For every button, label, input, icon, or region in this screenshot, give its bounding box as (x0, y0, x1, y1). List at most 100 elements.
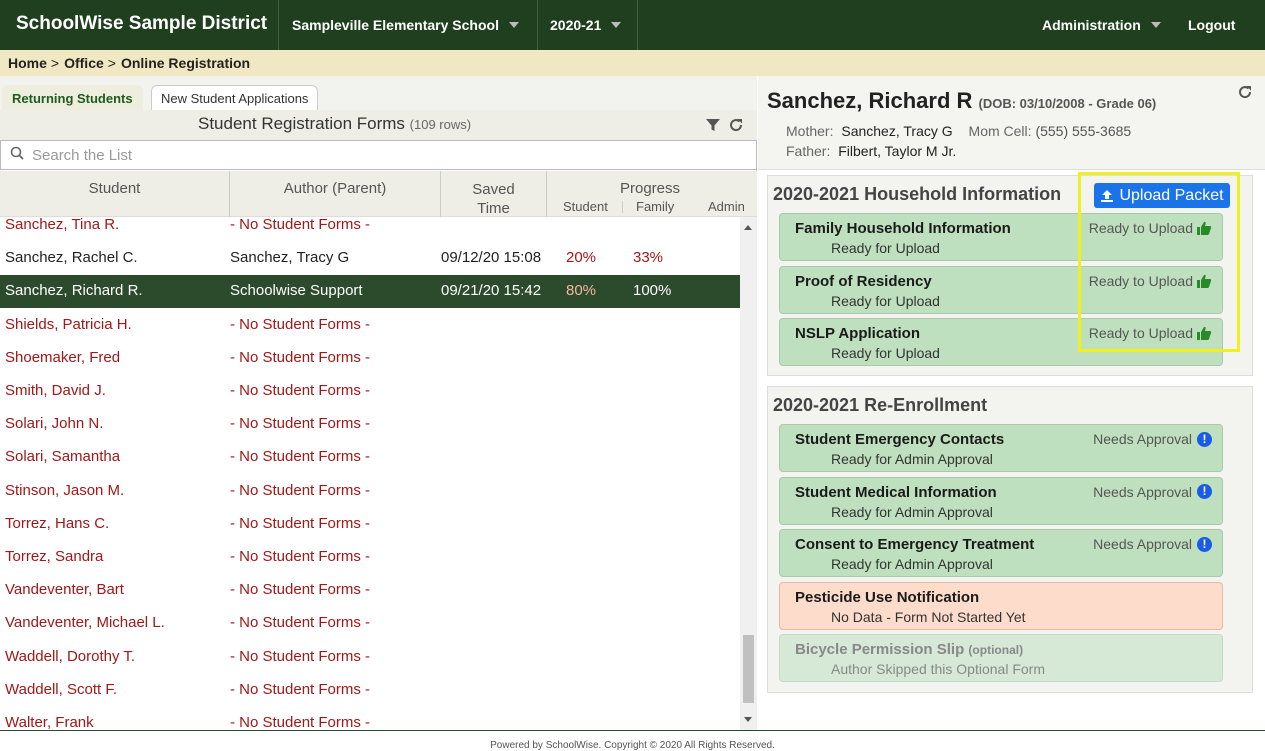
logout-link[interactable]: Logout (1188, 0, 1235, 50)
year-dropdown[interactable]: 2020-21 (550, 0, 622, 50)
table-row[interactable]: Torrez, Sandra - No Student Forms - (0, 541, 740, 574)
footer: Powered by SchoolWise. Copyright © 2020 … (0, 730, 1265, 751)
mom-cell-number: (555) 555-3685 (1035, 123, 1132, 139)
table-row[interactable]: Waddell, Dorothy T. - No Student Forms - (0, 641, 740, 674)
search-input[interactable] (32, 144, 732, 166)
list-title: Student Registration Forms (109 rows) (198, 114, 471, 134)
table-row[interactable]: Shoemaker, Fred - No Student Forms - (0, 342, 740, 375)
mom-cell-label: Mom Cell: (968, 123, 1032, 139)
refresh-icon[interactable] (1237, 84, 1253, 100)
breadcrumb-home[interactable]: Home (8, 55, 47, 71)
col-saved-time[interactable]: Saved Time (441, 171, 547, 217)
student-cell: Walter, Frank (5, 714, 94, 730)
progress-student-cell: 80% (566, 282, 597, 300)
scroll-up-arrow[interactable] (744, 225, 752, 230)
table-row[interactable]: Solari, John N. - No Student Forms - (0, 408, 740, 441)
student-cell: Sanchez, Rachel C. (5, 249, 138, 267)
table-row[interactable]: Smith, David J. - No Student Forms - (0, 375, 740, 408)
search-box (0, 140, 757, 170)
author-cell: - No Student Forms - (230, 581, 371, 599)
breadcrumb-separator: > (50, 55, 60, 71)
student-cell: Solari, Samantha (5, 448, 121, 466)
school-dropdown[interactable]: Sampleville Elementary School (292, 0, 519, 50)
author-cell: - No Student Forms - (230, 448, 371, 466)
form-substatus: Ready for Upload (831, 345, 940, 361)
author-cell: - No Student Forms - (230, 382, 371, 399)
form-name: Proof of Residency (795, 273, 932, 290)
tab-returning-students[interactable]: Returning Students (2, 85, 143, 110)
col-progress-family[interactable]: Family (636, 199, 674, 214)
row-count: (109 rows) (409, 117, 472, 132)
search-icon (10, 146, 24, 160)
exclamation-icon: ! (1197, 431, 1212, 447)
form-card[interactable]: Pesticide Use Notification No Data - Form… (779, 581, 1223, 630)
table-row[interactable]: Sanchez, Richard R. Schoolwise Support 09/… (0, 275, 740, 309)
scroll-thumb[interactable] (743, 635, 754, 703)
col-progress: Progress Student Family Admin (547, 171, 757, 217)
student-cell: Sanchez, Richard R. (5, 282, 143, 300)
father-line: Father: Filbert, Taylor M Jr. (786, 143, 956, 159)
student-rows: Sanchez, Tina R. - No Student Forms - Sanc… (0, 217, 740, 730)
author-cell: Sanchez, Tracy G (230, 249, 350, 267)
administration-dropdown[interactable]: Administration (1042, 0, 1161, 50)
progress-family-cell: 100% (633, 282, 672, 300)
form-substatus: Ready for Admin Approval (831, 503, 993, 520)
list-scrollbar[interactable] (740, 217, 757, 730)
col-student[interactable]: Student (0, 171, 230, 217)
form-status: Needs Approval! (1093, 431, 1212, 447)
year-dropdown-label: 2020-21 (550, 17, 602, 33)
table-row[interactable]: Shields, Patricia H. - No Student Forms - (0, 309, 740, 342)
table-row[interactable]: Stinson, Jason M. - No Student Forms - (0, 475, 740, 508)
form-status: Needs Approval! (1093, 484, 1212, 500)
form-name-text: Student Emergency Contacts (795, 431, 1005, 448)
student-cell: Stinson, Jason M. (5, 481, 125, 499)
nav-divider (537, 0, 538, 50)
col-author[interactable]: Author (Parent) (230, 171, 441, 217)
form-card[interactable]: Student Emergency Contacts Ready for Admi… (779, 424, 1223, 472)
author-cell: - No Student Forms - (230, 514, 371, 532)
chevron-down-icon (508, 22, 519, 28)
table-row[interactable]: Sanchez, Rachel C. Sanchez, Tracy G 09/12/… (0, 242, 740, 275)
form-name-text: Consent to Emergency Treatment (795, 536, 1035, 553)
tab-new-student-applications[interactable]: New Student Applications (151, 85, 319, 110)
chevron-down-icon (611, 22, 622, 28)
nav-divider (637, 0, 638, 50)
table-row[interactable]: Vandeventer, Michael L. - No Student Form… (0, 607, 740, 640)
refresh-icon[interactable] (727, 117, 745, 135)
form-substatus: Ready for Upload (831, 240, 940, 256)
table-row[interactable]: Solari, Samantha - No Student Forms - (0, 441, 740, 474)
student-cell: Vandeventer, Bart (5, 581, 124, 599)
mother-name: Sanchez, Tracy G (841, 123, 953, 139)
form-card[interactable]: Bicycle Permission Slip (optional) Author… (779, 634, 1223, 682)
form-name-text: Student Medical Information (795, 483, 997, 501)
form-substatus: Ready for Admin Approval (831, 556, 993, 572)
student-cell: Waddell, Scott F. (5, 680, 117, 698)
breadcrumb-office[interactable]: Office (64, 55, 104, 71)
form-name: Consent to Emergency Treatment (795, 536, 1034, 553)
nav-divider (278, 0, 279, 50)
author-cell: - No Student Forms - (230, 217, 371, 233)
student-cell: Solari, John N. (5, 415, 104, 433)
form-name-text: Bicycle Permission Slip (795, 641, 965, 658)
col-progress-student[interactable]: Student (563, 199, 608, 214)
col-progress-admin[interactable]: Admin (708, 199, 745, 214)
table-row[interactable]: Sanchez, Tina R. - No Student Forms - (0, 217, 740, 242)
form-card[interactable]: Student Medical Information Ready for Adm… (779, 476, 1223, 525)
mother-line: Mother: Sanchez, Tracy G Mom Cell: (555)… (786, 123, 1131, 139)
form-card[interactable]: Consent to Emergency Treatment Ready for … (779, 529, 1223, 577)
filter-icon[interactable] (704, 117, 722, 135)
col-progress-label: Progress (619, 180, 681, 197)
form-status-text: Needs Approval (1093, 536, 1192, 552)
chevron-down-icon (1150, 22, 1161, 28)
scroll-down-arrow[interactable] (744, 717, 752, 722)
optional-tag: (optional) (968, 643, 1024, 657)
saved-time-cell: 09/12/20 15:08 (441, 249, 542, 267)
student-list-panel: Returning Students New Student Applicati… (0, 76, 757, 730)
student-cell: Torrez, Sandra (5, 548, 104, 565)
table-row[interactable]: Torrez, Hans C. - No Student Forms - (0, 508, 740, 541)
form-name: NSLP Application (795, 325, 920, 342)
table-row[interactable]: Waddell, Scott F. - No Student Forms - (0, 674, 740, 707)
table-row[interactable]: Vandeventer, Bart - No Student Forms - (0, 574, 740, 607)
district-brand[interactable]: SchoolWise Sample District (16, 13, 267, 35)
table-row[interactable]: Walter, Frank - No Student Forms - (0, 707, 740, 730)
